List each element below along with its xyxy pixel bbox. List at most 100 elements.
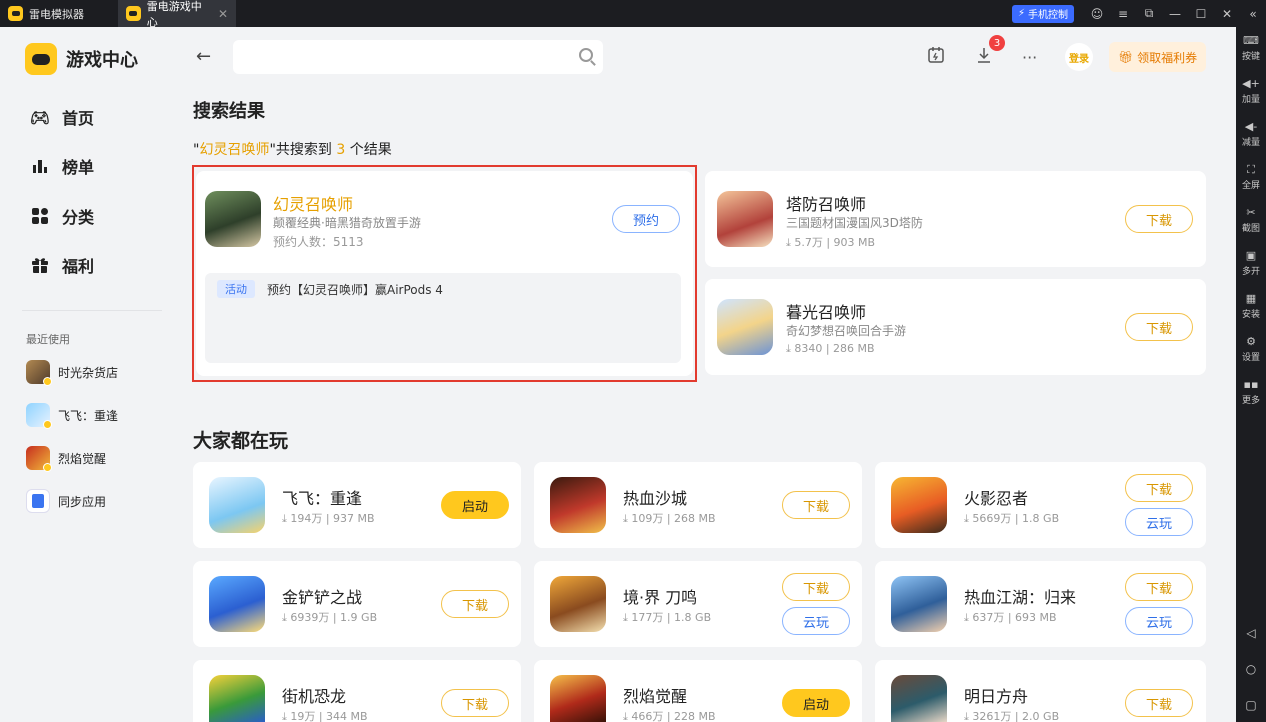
more-dots-icon[interactable]: ···	[1022, 48, 1037, 67]
game-name: 塔防召唤师	[786, 195, 867, 214]
cloud-play-button[interactable]: 云玩	[1125, 607, 1193, 635]
tab-label: 雷电游戏中心	[146, 0, 202, 29]
tab-game-center[interactable]: 雷电游戏中心 ✕	[118, 0, 236, 29]
download-count-badge: 3	[989, 35, 1005, 51]
install-icon: ▦	[1245, 292, 1257, 305]
maximize-icon[interactable]: ☐	[1188, 7, 1214, 21]
home-circle-icon[interactable]: ○	[1246, 662, 1256, 676]
game-name: 火影忍者	[964, 489, 1029, 508]
fullscreen-icon: ⛶	[1247, 163, 1255, 176]
game-meta: ⤓ 5669万 | 1.8 GB	[964, 512, 1060, 525]
game-icon	[550, 675, 606, 722]
scissors-icon: ✂	[1246, 206, 1256, 219]
emulator-toolbar: ⌨ 按键 ◀+ 加量 ◀- 减量 ⛶ 全屏 ✂ 截图 ▣ 多开 ▦ 安装 ⚙ 设置 ▪▪ 更多 ◁…	[1236, 27, 1266, 722]
game-icon	[550, 576, 606, 632]
recent-item[interactable]: 飞飞：重逢	[26, 403, 118, 429]
download-button[interactable]: 下载	[1125, 205, 1193, 233]
gift-icon	[30, 255, 50, 275]
tool-more[interactable]: ▪▪ 更多	[1236, 371, 1266, 414]
game-meta: ⤓ 6939万 | 1.9 GB	[282, 611, 378, 624]
gift-box-icon: 🎁︎	[1117, 50, 1134, 64]
sidebar-item-category[interactable]: 分类	[30, 204, 94, 228]
download-button[interactable]: 下载	[1125, 689, 1193, 717]
game-icon	[209, 576, 265, 632]
launch-button[interactable]: 启动	[441, 491, 509, 519]
phone-control-button[interactable]: ⚡ 手机控制	[1011, 4, 1074, 23]
sidebar-item-home[interactable]: 🎮︎ 首页	[30, 105, 94, 129]
game-meta: ⤓ 194万 | 937 MB	[282, 512, 375, 525]
launch-button[interactable]: 启动	[782, 689, 850, 717]
game-meta: ⤓ 466万 | 228 MB	[623, 710, 716, 722]
download-button[interactable]: 下载	[1125, 474, 1193, 502]
brand: 游戏中心	[25, 43, 138, 75]
coupon-button[interactable]: 🎁︎ 领取福利券	[1109, 42, 1206, 72]
download-button[interactable]: 下载	[441, 590, 509, 618]
game-desc: 三国题材国漫国风3D塔防	[786, 216, 923, 230]
game-desc: 奇幻梦想召唤回合手游	[786, 324, 907, 338]
close-icon[interactable]: ✕	[218, 7, 228, 21]
popular-title: 大家都在玩	[193, 430, 289, 452]
download-button[interactable]: 下载	[1125, 313, 1193, 341]
title-bar: 雷电模拟器 雷电游戏中心 ✕ ⚡ 手机控制 ☺ ≡ ⧉ — ☐ ✕ «	[0, 0, 1266, 29]
multi-instance-icon: ▣	[1245, 249, 1257, 262]
search-summary: "幻灵召唤师"共搜索到 3 个结果	[193, 142, 392, 158]
game-icon	[26, 360, 52, 386]
game-meta: ⤓ 109万 | 268 MB	[623, 512, 716, 525]
game-meta: ⤓ 3261万 | 2.0 GB	[964, 710, 1060, 722]
recent-item-sync[interactable]: 同步应用	[26, 489, 106, 513]
game-meta: ⤓ 177万 | 1.8 GB	[623, 611, 712, 624]
cloud-play-button[interactable]: 云玩	[1125, 508, 1193, 536]
selection-highlight	[192, 165, 697, 382]
game-name: 暮光召唤师	[786, 303, 867, 322]
tool-settings[interactable]: ⚙ 设置	[1236, 328, 1266, 371]
restore-icon[interactable]: ⧉	[1136, 6, 1162, 21]
collapse-toolbar-icon[interactable]: «	[1240, 7, 1266, 21]
volume-up-icon: ◀+	[1242, 77, 1260, 90]
game-meta: ⤓ 637万 | 693 MB	[964, 611, 1057, 624]
recent-item[interactable]: 烈焰觉醒	[26, 446, 106, 472]
gamepad-icon: 🎮︎	[29, 107, 51, 127]
game-icon	[717, 191, 773, 247]
recent-item[interactable]: 时光杂货店	[26, 360, 118, 386]
sidebar-item-welfare[interactable]: 福利	[30, 253, 94, 277]
back-arrow-icon[interactable]: ←	[196, 46, 211, 67]
login-button[interactable]: 登录	[1065, 43, 1093, 71]
tool-install[interactable]: ▦ 安装	[1236, 285, 1266, 328]
game-icon	[891, 477, 947, 533]
game-icon	[891, 675, 947, 722]
download-button[interactable]: 下载	[1125, 573, 1193, 601]
tab-label: 雷电模拟器	[29, 7, 84, 21]
back-triangle-icon[interactable]: ◁	[1246, 626, 1255, 640]
tool-fullscreen[interactable]: ⛶ 全屏	[1236, 156, 1266, 199]
search-icon[interactable]	[579, 48, 593, 62]
emulator-logo-icon	[8, 6, 23, 21]
minimize-icon[interactable]: —	[1162, 7, 1188, 21]
search-input[interactable]	[233, 40, 603, 74]
download-button[interactable]: 下载	[782, 573, 850, 601]
game-name: 热血江湖：归来	[964, 588, 1077, 607]
tool-volume-down[interactable]: ◀- 减量	[1236, 113, 1266, 156]
download-button[interactable]: 下载	[441, 689, 509, 717]
game-name: 烈焰觉醒	[623, 687, 688, 706]
menu-icon[interactable]: ≡	[1110, 7, 1136, 21]
tool-volume-up[interactable]: ◀+ 加量	[1236, 70, 1266, 113]
category-icon	[30, 206, 50, 226]
sidebar: 游戏中心 🎮︎ 首页 榜单 分类 福利 最近使用 时光杂货店 飞飞：重逢 烈焰觉…	[0, 27, 175, 722]
game-name: 境·界 刀鸣	[623, 588, 698, 607]
tab-emulator[interactable]: 雷电模拟器	[0, 0, 118, 27]
download-button[interactable]: 下载	[782, 491, 850, 519]
game-icon	[717, 299, 773, 355]
calendar-icon[interactable]	[927, 46, 945, 68]
tool-keymap[interactable]: ⌨ 按键	[1236, 27, 1266, 70]
cloud-play-button[interactable]: 云玩	[782, 607, 850, 635]
recent-title: 最近使用	[26, 333, 70, 346]
window-close-icon[interactable]: ✕	[1214, 7, 1240, 21]
tool-multi[interactable]: ▣ 多开	[1236, 242, 1266, 285]
download-icon[interactable]	[975, 46, 993, 68]
account-icon[interactable]: ☺	[1084, 7, 1110, 21]
game-meta: ⤓ 19万 | 344 MB	[282, 710, 368, 722]
sidebar-item-ranking[interactable]: 榜单	[30, 154, 94, 178]
tool-screenshot[interactable]: ✂ 截图	[1236, 199, 1266, 242]
recent-square-icon[interactable]: ▢	[1245, 698, 1256, 712]
game-name: 街机恐龙	[282, 687, 347, 706]
